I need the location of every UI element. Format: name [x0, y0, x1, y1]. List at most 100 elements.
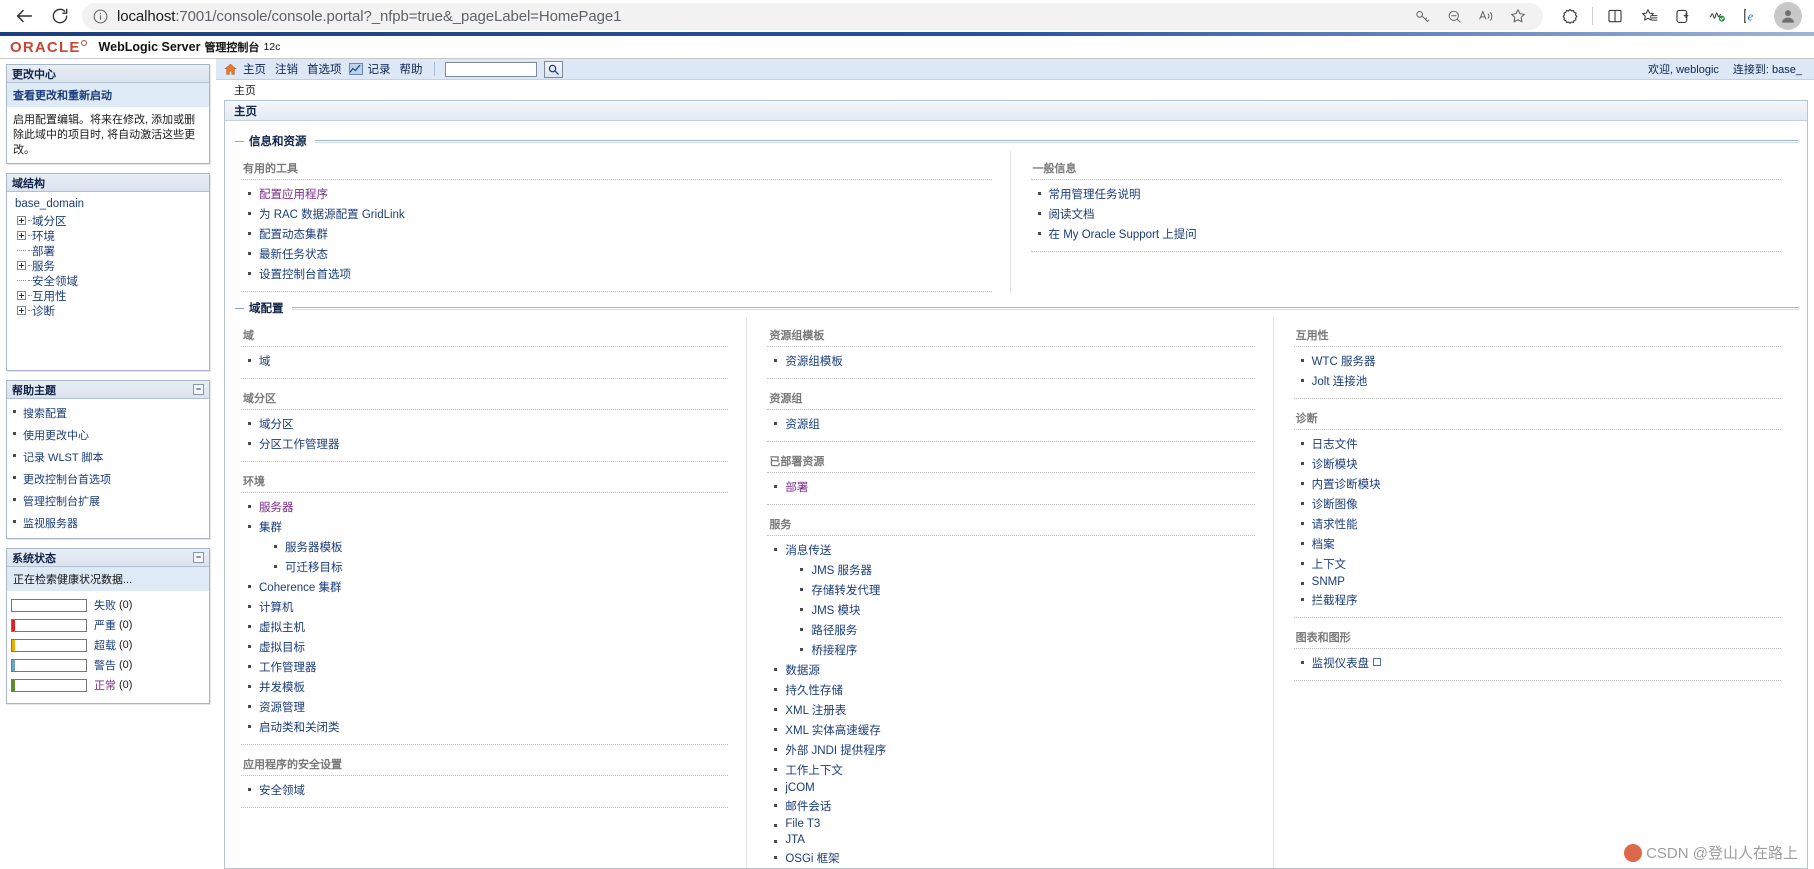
- info-icon[interactable]: [92, 8, 109, 25]
- tree-item[interactable]: 互用性: [13, 288, 203, 303]
- resource-link[interactable]: 日志文件: [1312, 439, 1358, 451]
- link-list-item[interactable]: 虚拟目标: [241, 637, 728, 657]
- resource-link[interactable]: 并发模板: [259, 682, 305, 694]
- record-chart-icon[interactable]: [348, 63, 363, 75]
- health-status-link[interactable]: 超载: [94, 637, 116, 653]
- resource-link[interactable]: 桥接程序: [811, 645, 857, 657]
- resource-link[interactable]: 设置控制台首选项: [259, 269, 351, 281]
- help-topic-item[interactable]: 搜索配置: [7, 402, 209, 424]
- help-topic-item[interactable]: 监视服务器: [7, 512, 209, 534]
- resource-link[interactable]: 启动类和关闭类: [259, 722, 340, 734]
- link-list-item[interactable]: XML 注册表: [767, 700, 1254, 720]
- resource-link[interactable]: 服务器模板: [285, 542, 343, 554]
- link-list-item[interactable]: 工作管理器: [241, 657, 728, 677]
- link-list-item[interactable]: JMS 服务器: [767, 560, 1254, 580]
- help-topic-link[interactable]: 监视服务器: [23, 518, 78, 530]
- link-list-item[interactable]: Jolt 连接池: [1294, 371, 1781, 391]
- link-list-item[interactable]: 域: [241, 351, 728, 371]
- link-list-item[interactable]: 资源组模板: [767, 351, 1254, 371]
- collapse-help-topics-icon[interactable]: −: [193, 384, 204, 395]
- help-topic-item[interactable]: 更改控制台首选项: [7, 468, 209, 490]
- browser-essentials-icon[interactable]: [1702, 2, 1732, 30]
- link-list-item[interactable]: JMS 模块: [767, 600, 1254, 620]
- link-list-item[interactable]: 配置应用程序: [241, 184, 992, 204]
- link-list-item[interactable]: 资源组: [767, 414, 1254, 434]
- tree-item-label[interactable]: 互用性: [32, 288, 67, 304]
- link-list-item[interactable]: 部署: [767, 477, 1254, 497]
- resource-link[interactable]: 阅读文档: [1049, 209, 1095, 221]
- read-aloud-icon[interactable]: [1471, 2, 1501, 30]
- resource-link[interactable]: 集群: [259, 522, 282, 534]
- resource-link[interactable]: File T3: [785, 818, 820, 830]
- address-bar[interactable]: localhost:7001/console/console.portal?_n…: [82, 2, 1543, 30]
- tree-item[interactable]: 服务: [13, 258, 203, 273]
- link-list-item[interactable]: 数据源: [767, 660, 1254, 680]
- tree-item-label[interactable]: 域分区: [32, 213, 67, 229]
- tree-item-label[interactable]: 部署: [32, 243, 55, 259]
- tree-expand-icon[interactable]: [17, 216, 26, 225]
- link-list-item[interactable]: 诊断模块: [1294, 454, 1781, 474]
- link-list-item[interactable]: 启动类和关闭类: [241, 717, 728, 737]
- resource-link[interactable]: JMS 服务器: [811, 565, 872, 577]
- resource-link[interactable]: 资源组模板: [785, 356, 843, 368]
- resource-link[interactable]: JMS 模块: [811, 605, 860, 617]
- help-topic-link[interactable]: 更改控制台首选项: [23, 474, 111, 486]
- resource-link[interactable]: 配置动态集群: [259, 229, 328, 241]
- health-status-link[interactable]: 失败: [94, 597, 116, 613]
- link-list-item[interactable]: jCOM: [767, 780, 1254, 796]
- tree-item[interactable]: 域分区: [13, 213, 203, 228]
- collections-icon[interactable]: [1634, 2, 1664, 30]
- add-tab-icon[interactable]: [1668, 2, 1698, 30]
- link-list-item[interactable]: 设置控制台首选项: [241, 264, 992, 284]
- resource-link[interactable]: 虚拟主机: [259, 622, 305, 634]
- link-list-item[interactable]: 档案: [1294, 534, 1781, 554]
- toolbar-logout-link[interactable]: 注销: [275, 61, 298, 77]
- resource-link[interactable]: SNMP: [1312, 576, 1345, 588]
- resource-link[interactable]: 工作上下文: [785, 765, 843, 777]
- resource-link[interactable]: 工作管理器: [259, 662, 317, 674]
- link-list-item[interactable]: 诊断图像: [1294, 494, 1781, 514]
- link-list-item[interactable]: XML 实体高速缓存: [767, 720, 1254, 740]
- resource-link[interactable]: 上下文: [1312, 559, 1347, 571]
- resource-link[interactable]: 域分区: [259, 419, 294, 431]
- link-list-item[interactable]: 阅读文档: [1031, 204, 1782, 224]
- link-list-item[interactable]: 持久性存储: [767, 680, 1254, 700]
- tree-item-label[interactable]: 安全领域: [32, 273, 78, 289]
- ie-mode-icon[interactable]: e: [1736, 2, 1766, 30]
- resource-link[interactable]: XML 注册表: [785, 705, 846, 717]
- resource-link[interactable]: 安全领域: [259, 785, 305, 797]
- tree-item[interactable]: 诊断: [13, 303, 203, 318]
- link-list-item[interactable]: OSGi 框架: [767, 848, 1254, 868]
- link-list-item[interactable]: 最新任务状态: [241, 244, 992, 264]
- tree-item[interactable]: 环境: [13, 228, 203, 243]
- resource-link[interactable]: 诊断图像: [1312, 499, 1358, 511]
- link-list-item[interactable]: 域分区: [241, 414, 728, 434]
- resource-link[interactable]: 数据源: [785, 665, 820, 677]
- link-list-item[interactable]: 配置动态集群: [241, 224, 992, 244]
- resource-link[interactable]: XML 实体高速缓存: [785, 725, 880, 737]
- tree-expand-icon[interactable]: [17, 291, 26, 300]
- resource-link[interactable]: 可迁移目标: [285, 562, 343, 574]
- link-list-item[interactable]: 内置诊断模块: [1294, 474, 1781, 494]
- link-list-item[interactable]: JTA: [767, 832, 1254, 848]
- link-list-item[interactable]: 并发模板: [241, 677, 728, 697]
- profile-avatar-icon[interactable]: [1774, 2, 1802, 30]
- resource-link[interactable]: jCOM: [785, 782, 814, 794]
- resource-link[interactable]: Coherence 集群: [259, 582, 341, 594]
- split-screen-icon[interactable]: [1600, 2, 1630, 30]
- tree-item-label[interactable]: 服务: [32, 258, 55, 274]
- tree-item-label[interactable]: 环境: [32, 228, 55, 244]
- resource-link[interactable]: 在 My Oracle Support 上提问: [1049, 229, 1197, 241]
- link-list-item[interactable]: 存储转发代理: [767, 580, 1254, 600]
- toolbar-record-link[interactable]: 记录: [368, 61, 391, 77]
- help-topic-link[interactable]: 记录 WLST 脚本: [23, 452, 103, 464]
- toolbar-preferences-link[interactable]: 首选项: [307, 61, 342, 77]
- link-list-item[interactable]: 拦截程序: [1294, 590, 1781, 610]
- tree-item[interactable]: 安全领域: [13, 273, 203, 288]
- resource-link[interactable]: JTA: [785, 834, 805, 846]
- health-status-link[interactable]: 正常: [94, 677, 116, 693]
- link-list-item[interactable]: Coherence 集群: [241, 577, 728, 597]
- resource-link[interactable]: 资源管理: [259, 702, 305, 714]
- resource-link[interactable]: 服务器: [259, 502, 294, 514]
- resource-link[interactable]: 诊断模块: [1312, 459, 1358, 471]
